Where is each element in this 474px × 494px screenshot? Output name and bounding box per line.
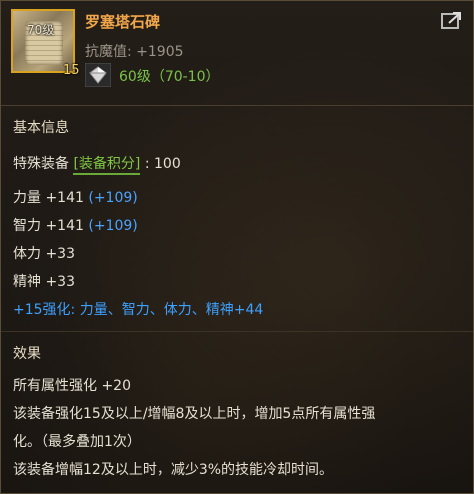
tooltip-header: 70级 15 罗塞塔石碑 抗魔值: +1905 60级（70-10） (1, 1, 473, 106)
item-level-range: 60级（70-10） (119, 69, 220, 85)
special-label: 特殊装备 (13, 156, 69, 172)
stat-strength: 力量 +141 (+109) (13, 187, 138, 207)
stat-text: 精神 +33 (13, 274, 75, 290)
stat-bonus: (+109) (88, 218, 138, 234)
effect-title: 效果 (13, 346, 41, 362)
stat-vitality: 体力 +33 (13, 243, 75, 263)
effect-line: 化。（最多叠加1次） (13, 434, 141, 450)
special-equipment-line: 特殊装备 [装备积分] : 100 (13, 153, 181, 175)
equipment-score-tag[interactable]: [装备积分] (73, 156, 141, 175)
stat-text: 智力 +141 (13, 218, 84, 234)
effect-line: 该装备增幅12及以上时，减少3%的技能冷却时间。 (13, 462, 334, 478)
count-badge: 15 (63, 63, 80, 78)
special-value: : 100 (144, 156, 181, 172)
reinforce-line: +15强化: 力量、智力、体力、精神+44 (13, 302, 264, 318)
effect-line: 该装备强化15及以上/增幅8及以上时，增加5点所有属性强 (13, 406, 376, 422)
item-tooltip: 70级 15 罗塞塔石碑 抗魔值: +1905 60级（70-10） 基本信息 … (0, 0, 474, 494)
item-stat: 抗魔值: +1905 (85, 44, 184, 60)
scroll-icon[interactable]: 70级 15 (11, 9, 80, 78)
effect-line: 所有属性强化 +20 (13, 378, 131, 394)
share-icon[interactable] (441, 11, 463, 31)
level-badge: 70级 (27, 23, 55, 37)
basic-info-title: 基本信息 (13, 120, 69, 136)
stat-spirit: 精神 +33 (13, 271, 75, 291)
diamond-icon (85, 63, 111, 87)
stat-intelligence: 智力 +141 (+109) (13, 215, 138, 235)
item-name: 罗塞塔石碑 (85, 13, 161, 31)
stat-text: 力量 +141 (13, 190, 84, 206)
stat-bonus: (+109) (88, 190, 138, 206)
section-divider (1, 331, 473, 332)
stat-text: 体力 +33 (13, 246, 75, 262)
